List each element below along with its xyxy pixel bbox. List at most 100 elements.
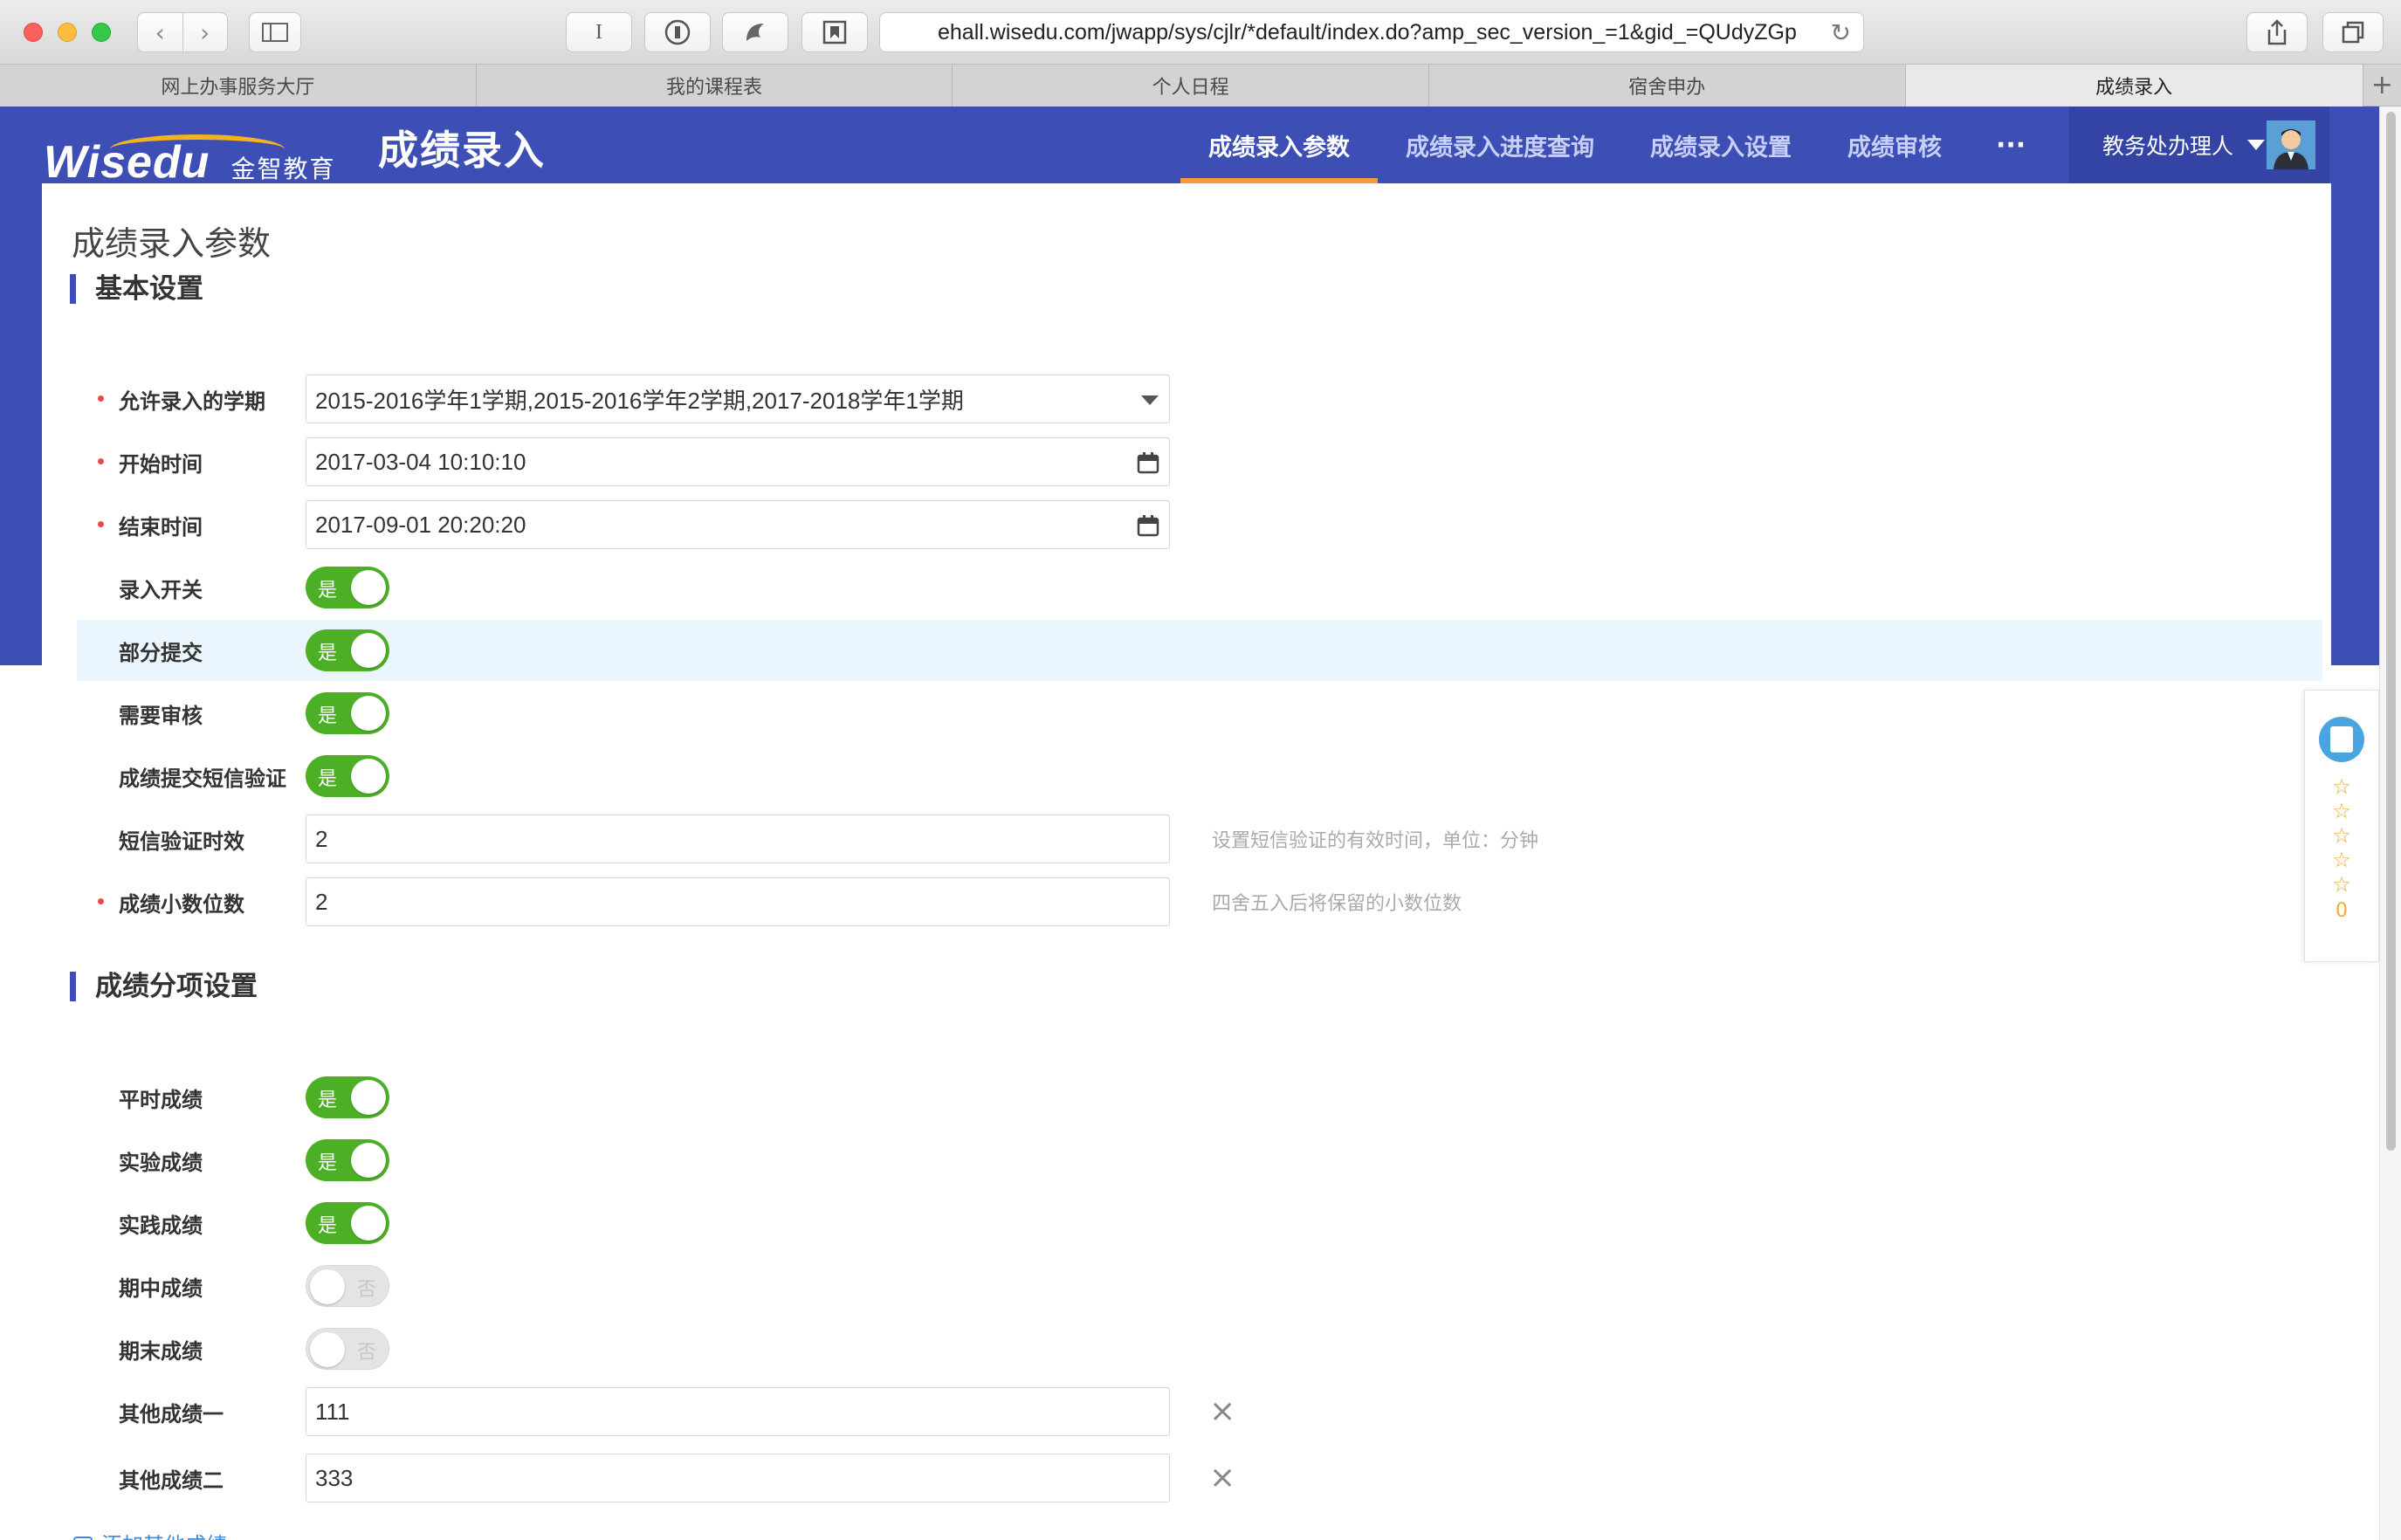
forward-icon[interactable]: ›	[183, 13, 228, 52]
page-scrollbar[interactable]	[2379, 107, 2401, 1540]
term-select[interactable]: 2015-2016学年1学期,2015-2016学年2学期,2017-2018学…	[306, 375, 1170, 423]
rating-stars: ☆ ☆ ☆ ☆ ☆	[2332, 774, 2351, 897]
midterm-label: 期中成绩	[119, 1275, 203, 1301]
star-icon[interactable]: ☆	[2332, 872, 2351, 897]
star-icon[interactable]: ☆	[2332, 848, 2351, 872]
form-row-entry-switch: 录入开关 是	[77, 557, 2322, 618]
sms-expiry-hint: 设置短信验证的有效时间，单位：分钟	[1212, 830, 1539, 852]
midterm-toggle[interactable]: 否	[306, 1265, 389, 1307]
nav-tab-review[interactable]: 成绩审核	[1820, 107, 1970, 183]
switch-knob	[351, 1080, 386, 1115]
end-time-input[interactable]: 2017-09-01 20:20:20	[306, 500, 1170, 549]
switch-text: 是	[318, 705, 338, 727]
bookmark-button[interactable]	[801, 12, 868, 52]
history-nav: ‹ ›	[137, 12, 228, 52]
star-icon[interactable]: ☆	[2332, 823, 2351, 848]
browser-tab-active[interactable]: 成绩录入	[1905, 65, 2363, 107]
other1-input[interactable]: 111	[306, 1387, 1170, 1436]
lab-toggle[interactable]: 是	[306, 1139, 389, 1181]
need-review-toggle[interactable]: 是	[306, 692, 389, 734]
browser-tab[interactable]: 个人日程	[953, 65, 1429, 107]
form-row-sms-expiry: 短信验证时效 2 设置短信验证的有效时间，单位：分钟	[77, 808, 2322, 870]
brand-logo[interactable]: Wisedu 金智教育	[44, 119, 335, 189]
avatar[interactable]	[2267, 120, 2315, 169]
final-label: 期末成绩	[119, 1338, 203, 1364]
new-tab-button[interactable]: +	[2363, 65, 2401, 106]
other1-value: 111	[315, 1398, 350, 1425]
form-row-midterm: 期中成绩 否	[77, 1255, 2322, 1317]
form-row-partial-submit: 部分提交 是	[77, 620, 2322, 681]
switch-text: 否	[356, 1279, 376, 1301]
switch-knob	[310, 1269, 345, 1304]
window-zoom-button[interactable]	[92, 23, 111, 42]
nav-tab-settings[interactable]: 成绩录入设置	[1622, 107, 1820, 183]
nav-tab-params[interactable]: 成绩录入参数	[1180, 107, 1378, 183]
decimals-value: 2	[315, 888, 328, 915]
switch-knob	[351, 696, 386, 731]
other2-input[interactable]: 333	[306, 1454, 1170, 1502]
decimals-input[interactable]: 2	[306, 877, 1170, 926]
end-label: 结束时间	[119, 514, 203, 540]
form-row-sms-verify: 成绩提交短信验证 是	[77, 746, 2322, 807]
rating-widget: ☆ ☆ ☆ ☆ ☆ 0	[2304, 690, 2379, 962]
browser-tab[interactable]: 我的课程表	[476, 65, 953, 107]
password-icon	[664, 19, 691, 45]
partial-submit-toggle[interactable]: 是	[306, 629, 389, 671]
calendar-icon[interactable]	[1136, 450, 1160, 475]
need-review-label: 需要审核	[119, 703, 203, 728]
section-items-heading: 成绩分项设置	[70, 972, 258, 1001]
content-card: 成绩录入参数 基本设置 允许录入的学期 2015-2016学年1学期,2015-…	[42, 183, 2331, 1540]
address-bar[interactable]: ehall.wisedu.com/jwapp/sys/cjlr/*default…	[879, 12, 1864, 52]
chevron-down-icon[interactable]	[1141, 395, 1159, 405]
nav-tab-progress[interactable]: 成绩录入进度查询	[1378, 107, 1622, 183]
add-other-text: 添加其他成绩	[101, 1533, 227, 1540]
practice-toggle[interactable]: 是	[306, 1202, 389, 1244]
window-close-button[interactable]	[24, 23, 43, 42]
form-row-term: 允许录入的学期 2015-2016学年1学期,2015-2016学年2学期,20…	[77, 368, 2322, 430]
switch-text: 是	[318, 580, 338, 602]
back-icon[interactable]: ‹	[138, 13, 183, 52]
bookmark-icon	[822, 20, 847, 45]
sidebar-toggle-button[interactable]	[249, 12, 301, 52]
switch-knob	[351, 570, 386, 605]
scrollbar-thumb[interactable]	[2386, 112, 2396, 1151]
switch-text: 是	[318, 643, 338, 664]
browser-tab[interactable]: 网上办事服务大厅	[0, 65, 477, 107]
password-button[interactable]	[644, 12, 711, 52]
star-icon[interactable]: ☆	[2332, 774, 2351, 799]
remove-icon[interactable]: ×	[1209, 1460, 1235, 1495]
reader-button[interactable]: I	[566, 12, 632, 52]
practice-label: 实践成绩	[119, 1213, 203, 1238]
window-titlebar: ‹ › I ehall.wisedu.com/jwapp/sys/cjlr/*d…	[0, 0, 2401, 65]
window-minimize-button[interactable]	[58, 23, 77, 42]
add-other-link[interactable]: 添加其他成绩	[73, 1528, 227, 1540]
feedback-icon[interactable]	[2319, 717, 2364, 762]
page-title: 成绩录入参数	[72, 224, 272, 263]
extension-button[interactable]	[722, 12, 788, 52]
browser-tab[interactable]: 宿舍申办	[1428, 65, 1906, 107]
start-time-input[interactable]: 2017-03-04 10:10:10	[306, 437, 1170, 486]
section-basic-heading: 基本设置	[70, 274, 203, 304]
partial-submit-label: 部分提交	[119, 640, 203, 665]
entry-switch-toggle[interactable]: 是	[306, 567, 389, 608]
calendar-icon[interactable]	[1136, 513, 1160, 538]
usual-toggle[interactable]: 是	[306, 1076, 389, 1118]
reload-icon[interactable]: ↻	[1831, 18, 1851, 47]
user-menu[interactable]: 教务处办理人	[2069, 107, 2329, 183]
extension-icon	[746, 24, 764, 41]
switch-text: 否	[356, 1342, 376, 1364]
sms-expiry-input[interactable]: 2	[306, 815, 1170, 863]
tabs-overview-button[interactable]	[2322, 12, 2384, 52]
other2-value: 333	[315, 1464, 354, 1491]
share-button[interactable]	[2246, 12, 2308, 52]
text-cursor-icon: I	[595, 20, 602, 44]
sms-verify-toggle[interactable]: 是	[306, 755, 389, 797]
switch-knob	[351, 1206, 386, 1241]
nav-more-button[interactable]: ···	[1970, 107, 2052, 183]
form-row-practice: 实践成绩 是	[77, 1193, 2322, 1254]
switch-knob	[351, 633, 386, 668]
term-label: 允许录入的学期	[119, 388, 265, 414]
star-icon[interactable]: ☆	[2332, 799, 2351, 823]
final-toggle[interactable]: 否	[306, 1328, 389, 1370]
remove-icon[interactable]: ×	[1209, 1393, 1235, 1429]
